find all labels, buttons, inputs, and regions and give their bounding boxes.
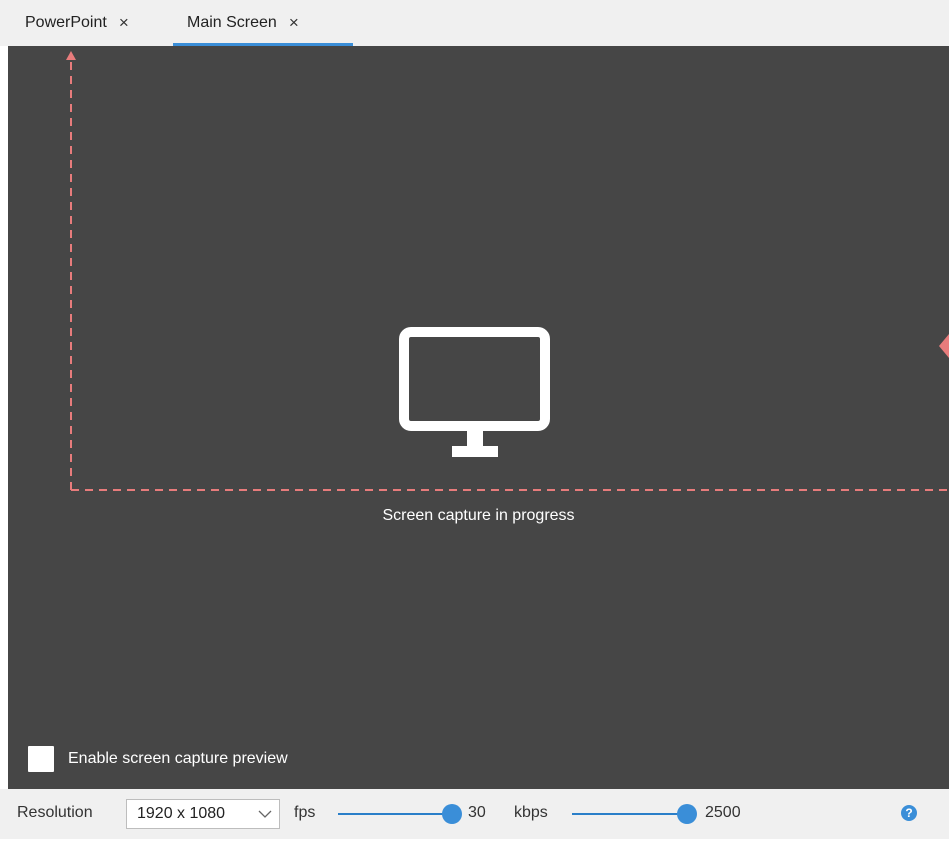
fps-value: 30 <box>468 804 486 821</box>
slider-thumb[interactable] <box>442 804 462 824</box>
tab-main-screen[interactable]: Main Screen × <box>173 0 353 46</box>
resolution-label: Resolution <box>17 804 93 821</box>
kbps-label: kbps <box>514 804 548 821</box>
slider-thumb[interactable] <box>677 804 697 824</box>
resolution-select[interactable]: 1920 x 1080 <box>126 799 280 829</box>
monitor-icon <box>399 327 550 457</box>
kbps-slider[interactable] <box>572 801 697 827</box>
tab-label: PowerPoint <box>25 14 107 31</box>
slider-track <box>572 813 687 815</box>
close-icon[interactable]: × <box>119 13 129 33</box>
capture-status-text: Screen capture in progress <box>382 507 575 524</box>
kbps-value: 2500 <box>705 804 741 821</box>
fps-label: fps <box>294 804 316 821</box>
tab-label: Main Screen <box>187 14 277 31</box>
help-icon[interactable]: ? <box>901 805 917 821</box>
arrow-left-icon <box>939 334 949 358</box>
preview-checkbox[interactable]: Enable screen capture preview <box>28 746 288 772</box>
slider-track <box>338 813 452 815</box>
fps-slider[interactable] <box>338 801 462 827</box>
settings-toolbar: Resolution 1920 x 1080 fps 30 kbps 2500 … <box>0 789 949 839</box>
checkbox-box[interactable] <box>28 746 54 772</box>
screen-capture-area: Screen capture in progress Enable screen… <box>8 46 949 789</box>
resolution-value: 1920 x 1080 <box>137 805 226 822</box>
arrow-up-icon <box>66 51 76 60</box>
tab-bar: PowerPoint × Main Screen × <box>0 0 949 46</box>
checkbox-label: Enable screen capture preview <box>68 750 288 767</box>
tab-powerpoint[interactable]: PowerPoint × <box>25 0 129 46</box>
chevron-down-icon <box>258 810 272 818</box>
close-icon[interactable]: × <box>289 13 299 33</box>
